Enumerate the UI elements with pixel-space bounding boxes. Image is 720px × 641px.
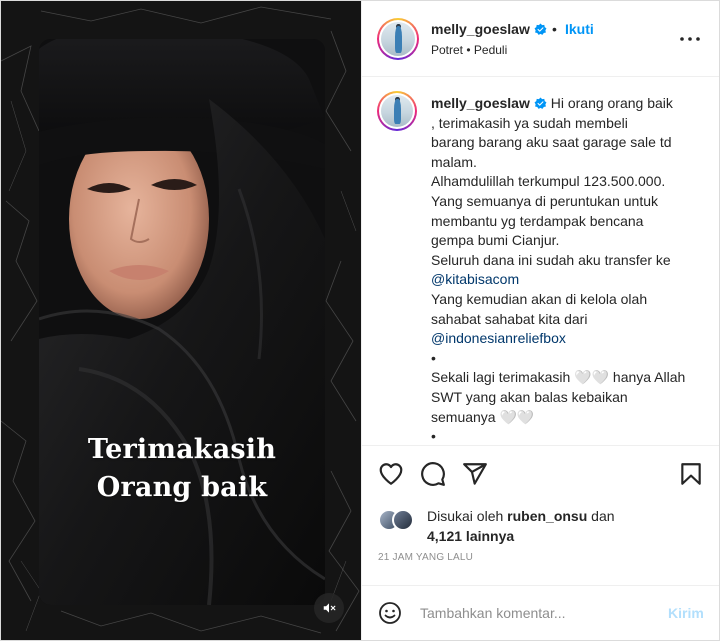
post-timestamp[interactable]: 21 JAM YANG LALU [378,552,473,563]
header-subtitle[interactable]: Potret • Peduli [431,43,507,57]
overlay-text-line2: Orang baik [96,472,268,503]
likes-count[interactable]: 4,121 lainnya [427,528,514,544]
more-horizontal-icon[interactable] [678,31,702,47]
overlay-text-line1: Terimakasih [87,434,277,465]
likes-section: Disukai oleh ruben_onsu dan 4,121 lainny… [378,504,708,544]
follow-button[interactable]: Ikuti [565,21,594,37]
post-details-panel: melly_goeslaw • Ikuti Potret • Peduli me… [362,1,719,640]
likes-prefix: Disukai oleh [427,508,504,524]
caption-line: Seluruh dana ini sudah aku transfer ke [431,251,671,268]
mention-link-indonesianreliefbox[interactable]: @indonesianreliefbox [431,329,711,349]
action-bar [362,445,719,499]
liker-username[interactable]: ruben_onsu [507,508,587,524]
caption-text: melly_goeslaw Hi orang orang baik , teri… [431,94,711,444]
comment-icon[interactable] [420,461,446,487]
caption-line: barang barang aku saat garage sale td [431,134,672,151]
caption-line: Yang kemudian akan di kelola olah [431,290,648,307]
post-container: Terimakasih Orang baik melly_goeslaw • I… [0,0,720,641]
mute-button[interactable] [314,593,344,623]
username-text[interactable]: melly_goeslaw [431,21,530,37]
caption-first-line: melly_goeslaw Hi orang orang baik [431,94,711,114]
comment-bar: Kirim [362,585,719,640]
story-image: Terimakasih Orang baik [39,39,325,605]
caption-bullet: • [431,428,436,444]
heart-icon[interactable] [378,461,404,487]
emoji-smile-icon[interactable] [378,601,402,625]
caption-bullet: • [431,349,436,366]
caption-line: Yang semuanya di peruntukan untuk [431,192,659,209]
avatar[interactable] [377,18,419,60]
caption-line: Hi orang orang baik [550,95,673,111]
likes-text: Disukai oleh ruben_onsu dan 4,121 lainny… [427,507,615,546]
caption-line: , terimakasih ya sudah membeli [431,114,628,131]
header-username[interactable]: melly_goeslaw [431,21,547,37]
post-media[interactable]: Terimakasih Orang baik [1,1,362,640]
verified-badge-icon [534,97,547,109]
liker-avatar[interactable] [392,509,414,531]
caption-line: malam. [431,153,477,170]
caption-line: Alhamdulillah terkumpul 123.500.000. [431,173,666,190]
caption-line: membantu yg terdampak bencana [431,212,644,229]
caption-line: SWT yang akan balas kebaikan [431,388,628,405]
post-comment-button[interactable]: Kirim [668,605,704,621]
share-icon[interactable] [462,461,488,487]
caption-avatar[interactable] [377,91,417,131]
mention-link-kitabisacom[interactable]: @kitabisacom [431,270,711,290]
caption-line: sahabat sahabat kita dari [431,310,588,327]
verified-badge-icon [534,23,547,35]
bookmark-icon[interactable] [678,461,704,487]
caption-username[interactable]: melly_goeslaw [431,95,530,111]
header-separator: • [552,21,557,37]
likes-conjunction: dan [591,508,615,524]
caption-line: semuanya 🤍🤍 [431,408,535,425]
portrait-illustration [39,39,325,605]
post-header: melly_goeslaw • Ikuti Potret • Peduli [362,1,719,77]
caption-line: Sekali lagi terimakasih 🤍🤍 hanya Allah [431,369,686,386]
comment-input[interactable] [420,602,650,624]
speaker-muted-icon [323,603,336,613]
caption-line: gempa bumi Cianjur. [431,232,560,249]
caption-section: melly_goeslaw Hi orang orang baik , teri… [362,78,719,444]
